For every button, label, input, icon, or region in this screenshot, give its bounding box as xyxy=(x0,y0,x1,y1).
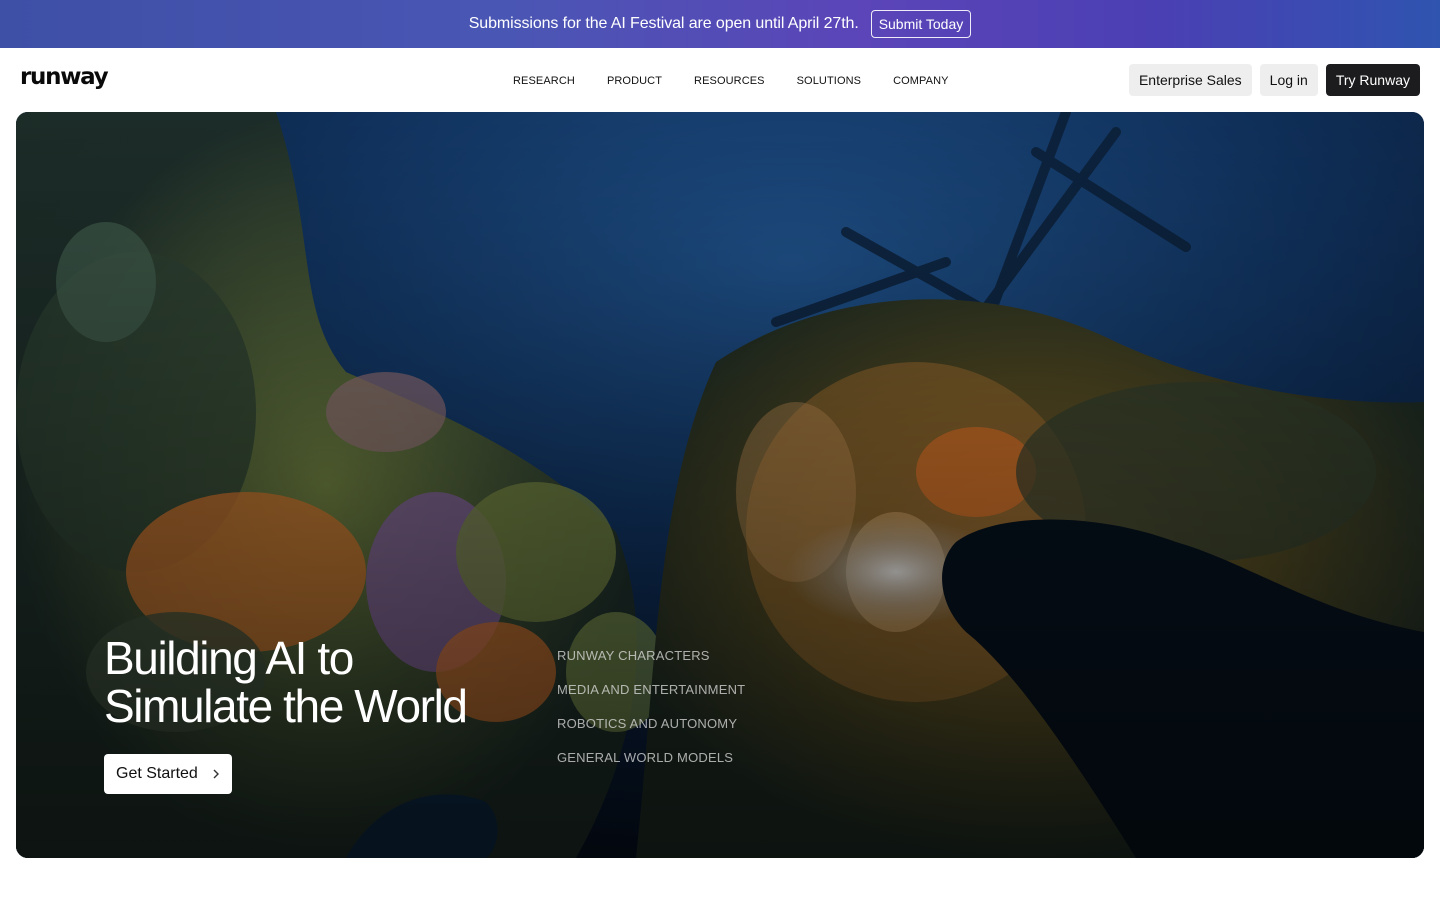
site-header: runway RESEARCH PRODUCT RESOURCES SOLUTI… xyxy=(0,48,1440,112)
nav-item-resources[interactable]: RESOURCES xyxy=(694,75,765,87)
try-runway-button[interactable]: Try Runway xyxy=(1325,64,1420,96)
hero-title-line-2: Simulate the World xyxy=(104,680,468,732)
use-case-robotics-autonomy[interactable]: ROBOTICS AND AUTONOMY xyxy=(557,715,745,733)
runway-logo[interactable]: runway xyxy=(20,64,109,90)
main-nav: RESEARCH PRODUCT RESOURCES SOLUTIONS COM… xyxy=(513,75,949,87)
nav-item-company[interactable]: COMPANY xyxy=(893,75,949,87)
use-case-media-entertainment[interactable]: MEDIA AND ENTERTAINMENT xyxy=(557,681,745,699)
nav-item-research[interactable]: RESEARCH xyxy=(513,75,575,87)
hero-section: Building AI to Simulate the World Get St… xyxy=(16,112,1424,858)
use-case-runway-characters[interactable]: RUNWAY CHARACTERS xyxy=(557,647,745,665)
get-started-button[interactable]: Get Started xyxy=(104,754,232,794)
header-actions: Enterprise Sales Log in Try Runway xyxy=(1128,64,1420,96)
get-started-label: Get Started xyxy=(116,765,198,782)
enterprise-sales-button[interactable]: Enterprise Sales xyxy=(1128,64,1252,96)
use-case-general-world-models[interactable]: GENERAL WORLD MODELS xyxy=(557,749,745,767)
nav-item-product[interactable]: PRODUCT xyxy=(607,75,662,87)
login-button[interactable]: Log in xyxy=(1259,64,1318,96)
use-case-list: RUNWAY CHARACTERS MEDIA AND ENTERTAINMEN… xyxy=(557,647,745,767)
chevron-right-icon xyxy=(212,766,220,782)
hero-title: Building AI to Simulate the World xyxy=(104,634,544,730)
hero-title-line-1: Building AI to xyxy=(104,632,354,684)
submit-today-button[interactable]: Submit Today xyxy=(870,10,972,38)
announcement-banner: Submissions for the AI Festival are open… xyxy=(0,0,1440,48)
banner-text: Submissions for the AI Festival are open… xyxy=(468,15,859,32)
nav-item-solutions[interactable]: SOLUTIONS xyxy=(797,75,861,87)
